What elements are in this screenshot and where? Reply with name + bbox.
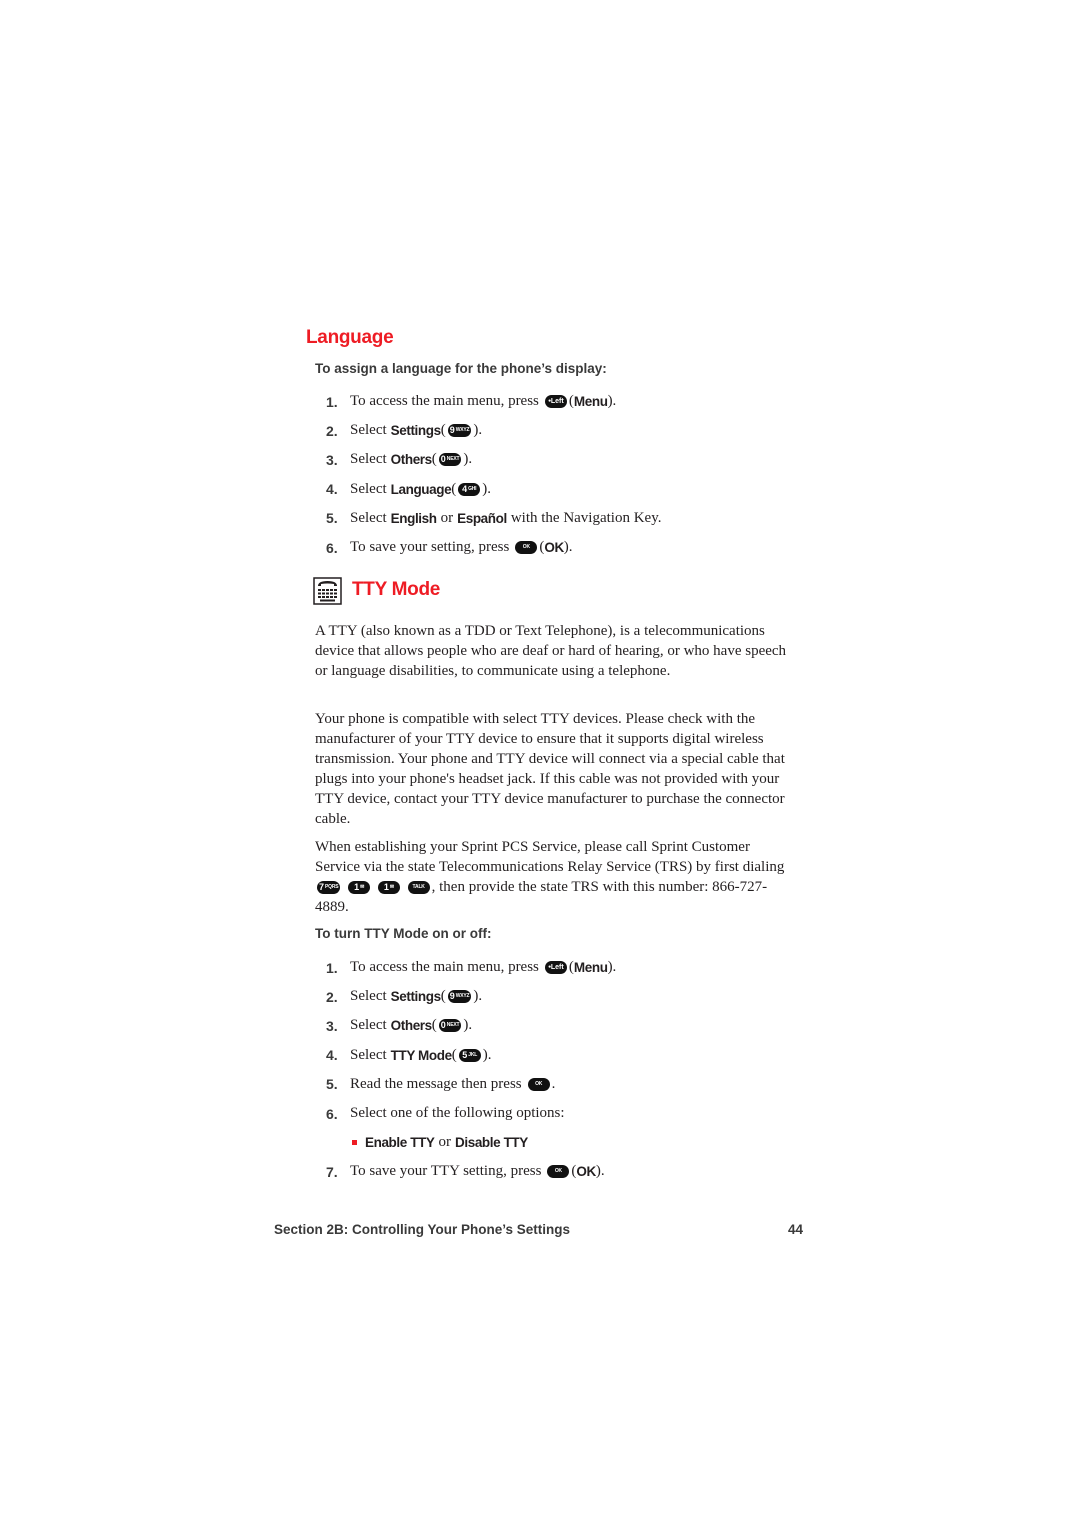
- step-number: 3.: [326, 451, 338, 468]
- talk-key-icon: TALK: [407, 881, 430, 895]
- page-number: 44: [788, 1222, 804, 1237]
- list-item: 5. Select English or Español with the Na…: [326, 509, 662, 527]
- tty-mode-heading: TTY Mode: [352, 579, 441, 600]
- step-number: 6.: [326, 539, 338, 556]
- others-label: Others: [390, 452, 433, 468]
- list-item: 4. Select Language ( 4 GHI ).: [326, 480, 491, 498]
- ok-key-icon: OK: [515, 541, 538, 555]
- left-softkey-icon: ● Left: [544, 961, 567, 975]
- bullet-icon: [352, 1140, 357, 1146]
- settings-label: Settings: [390, 423, 441, 439]
- ok-key-icon: OK: [547, 1165, 570, 1179]
- step-number: 3.: [326, 1017, 338, 1034]
- tty-icon: [313, 577, 342, 605]
- tty-intro-paragraph: A TTY (also known as a TDD or Text Telep…: [315, 623, 787, 679]
- tty-steps: 1. To access the main menu, press ● Left …: [326, 953, 616, 1187]
- list-item: 4. Select TTY Mode ( 5 JKL ).: [326, 1046, 492, 1064]
- menu-label: Menu: [573, 394, 608, 410]
- tty-mode-label: TTY Mode: [390, 1047, 452, 1063]
- key-5-icon: 5 JKL: [458, 1048, 481, 1062]
- step-number: 5.: [326, 510, 338, 527]
- step-number: 7.: [326, 1163, 338, 1180]
- left-softkey-icon: ● Left: [544, 395, 567, 409]
- language-steps: 1. To access the main menu, press ● Left …: [326, 387, 662, 562]
- key-4-icon: 4 GHI: [458, 482, 481, 496]
- step-number: 6.: [326, 1105, 338, 1122]
- language-heading: Language: [306, 327, 394, 348]
- menu-label: Menu: [573, 960, 608, 976]
- key-0-icon: 0 NEXT: [438, 1019, 462, 1033]
- step-number: 2.: [326, 988, 338, 1005]
- step-number: 2.: [326, 422, 338, 439]
- list-item: 1. To access the main menu, press ● Left …: [326, 959, 617, 976]
- list-item: 5. Read the message then press OK .: [326, 1075, 556, 1093]
- disable-tty-option: Disable TTY: [455, 1135, 528, 1151]
- list-item: 6. Select one of the following options:: [326, 1105, 565, 1122]
- manual-page: Language To assign a language for the ph…: [0, 0, 1080, 1528]
- ok-label: OK: [576, 1164, 596, 1180]
- key-1-icon: 1 ✉: [377, 881, 400, 895]
- others-label: Others: [390, 1018, 433, 1034]
- key-0-icon: 0 NEXT: [438, 453, 462, 467]
- step-text: To access the main menu, press: [350, 393, 539, 410]
- list-item: 2. Select Settings ( 9 WXYZ ).: [326, 422, 483, 439]
- list-item: 6. To save your setting, press OK (OK).: [326, 539, 573, 556]
- ok-key-icon: OK: [527, 1077, 550, 1091]
- step-number: 1.: [326, 959, 338, 976]
- list-item: 1. To access the main menu, press ● Left …: [326, 393, 617, 410]
- tty-compatibility-paragraph: Your phone is compatible with select TTY…: [315, 711, 785, 827]
- english-option: English: [390, 510, 437, 526]
- key-9-icon: 9 WXYZ: [447, 990, 472, 1004]
- option-bullet: Enable TTY or Disable TTY: [326, 1128, 616, 1157]
- language-subheading: To assign a language for the phone’s dis…: [315, 361, 607, 376]
- key-1-icon: 1 ✉: [348, 881, 371, 895]
- step-number: 5.: [326, 1076, 338, 1093]
- list-item: 3. Select Others ( 0 NEXT ).: [326, 451, 473, 468]
- step-number: 4.: [326, 1047, 338, 1064]
- ok-label: OK: [544, 540, 564, 556]
- trs-paragraph: When establishing your Sprint PCS Servic…: [315, 839, 785, 915]
- list-item: 2. Select Settings ( 9 WXYZ ).: [326, 988, 483, 1005]
- key-9-icon: 9 WXYZ: [447, 424, 472, 438]
- language-label: Language: [390, 481, 452, 497]
- enable-tty-option: Enable TTY: [365, 1135, 435, 1151]
- espanol-option: Español: [457, 510, 507, 526]
- tty-subheading: To turn TTY Mode on or off:: [315, 926, 492, 941]
- footer-section-title: Section 2B: Controlling Your Phone’s Set…: [274, 1222, 571, 1237]
- list-item: 7. To save your TTY setting, press OK (O…: [326, 1163, 605, 1180]
- list-item: 3. Select Others ( 0 NEXT ).: [326, 1017, 473, 1034]
- step-number: 4.: [326, 481, 338, 498]
- step-number: 1.: [326, 393, 338, 410]
- settings-label: Settings: [390, 989, 441, 1005]
- key-7-icon: 7 PQRS: [317, 881, 341, 895]
